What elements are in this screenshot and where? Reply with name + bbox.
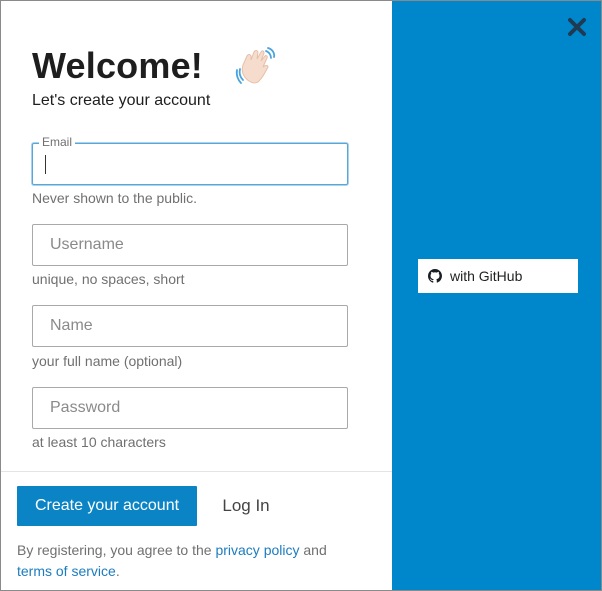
email-field-container: Email (32, 135, 348, 185)
username-field[interactable] (33, 225, 347, 265)
email-field-label: Email (39, 135, 76, 149)
username-field-container (32, 224, 348, 266)
signup-dialog: Welcome! Let's create your account Email… (0, 0, 602, 591)
password-hint: at least 10 characters (32, 434, 166, 450)
github-login-button[interactable]: with GitHub (418, 259, 578, 293)
create-account-button[interactable]: Create your account (17, 486, 197, 526)
name-field-container (32, 305, 348, 347)
text-caret (45, 155, 46, 174)
legal-prefix: By registering, you agree to the (17, 542, 216, 558)
terms-of-service-link[interactable]: terms of service (17, 563, 116, 579)
password-field-container (32, 387, 348, 429)
legal-suffix: . (115, 563, 120, 579)
page-title: Welcome! (32, 45, 203, 86)
oauth-panel: with GitHub (392, 1, 601, 590)
name-field[interactable] (33, 306, 347, 346)
close-icon (568, 18, 586, 36)
github-icon (428, 269, 442, 283)
divider (1, 471, 392, 472)
login-button[interactable]: Log In (206, 486, 286, 526)
legal-middle: and (299, 542, 327, 558)
legal-notice: By registering, you agree to the privacy… (17, 540, 377, 582)
signup-form-panel: Welcome! Let's create your account Email… (1, 1, 392, 590)
close-button[interactable] (566, 16, 588, 38)
email-field[interactable] (33, 144, 347, 184)
privacy-policy-link[interactable]: privacy policy (215, 542, 299, 558)
email-hint: Never shown to the public. (32, 190, 197, 206)
name-hint: your full name (optional) (32, 353, 183, 369)
password-field[interactable] (33, 388, 347, 428)
github-login-label: with GitHub (450, 268, 523, 284)
username-hint: unique, no spaces, short (32, 271, 185, 287)
page-subtitle: Let's create your account (32, 92, 211, 109)
waving-hand-icon (235, 47, 276, 84)
